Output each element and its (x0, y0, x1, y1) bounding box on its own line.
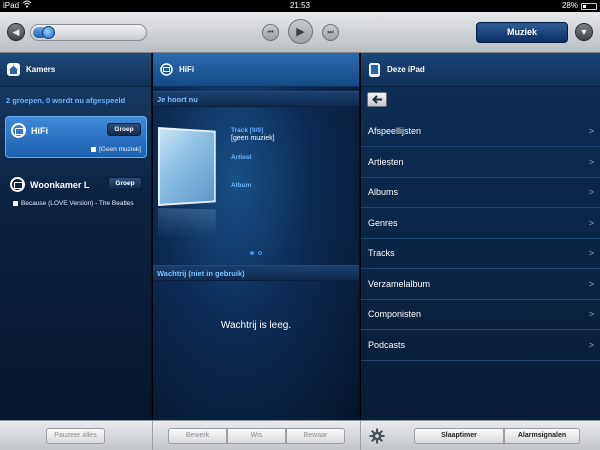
volume-knob[interactable] (41, 26, 55, 39)
ipad-icon (367, 62, 382, 77)
volume-slider[interactable] (30, 24, 147, 41)
room-card-woonkamer[interactable]: Woonkamer L Groep Because (LOVE Version)… (5, 171, 147, 211)
page-dot (250, 251, 254, 255)
gear-icon[interactable] (369, 428, 385, 444)
chevron-right-icon: > (588, 126, 594, 136)
menu-item-label: Verzamelalbum (368, 278, 431, 289)
now-playing-section: Je hoort nu (153, 91, 359, 107)
group-button[interactable]: Groep (107, 123, 141, 136)
track-value: [geen muziek] (231, 135, 275, 142)
album-art (158, 127, 216, 206)
queue-empty-message: Wachtrij is leeg. (220, 320, 292, 331)
arrow-left-icon (371, 91, 383, 109)
menu-item-label: Afspeellijsten (368, 126, 422, 136)
play-icon: ▶ (296, 26, 305, 38)
edit-button[interactable]: Bewerk (168, 428, 227, 444)
library-menu-item[interactable]: Albums > (361, 177, 600, 208)
bottom-bar: Pauzeer alles Bewerk Wis Bewaar Slaaptim… (0, 420, 600, 450)
speaker-icon: ◀ (12, 26, 20, 37)
chevron-down-icon: ▼ (579, 27, 589, 37)
rooms-panel: Kamers 2 groepen, 0 wordt nu afgespeeld … (0, 53, 152, 420)
clock: 21:53 (289, 1, 311, 10)
music-source-button[interactable]: Muziek (476, 22, 568, 43)
chevron-right-icon: > (588, 339, 594, 350)
speaker-icon (10, 177, 25, 192)
chevron-right-icon: > (588, 156, 594, 167)
battery-percent: 28% (561, 1, 578, 10)
library-panel: Deze iPad Afspeellijsten > Artiesten > Album… (361, 53, 600, 420)
back-button[interactable] (367, 92, 387, 107)
battery-icon (581, 2, 597, 10)
group-button[interactable]: Groep (108, 177, 142, 190)
alarms-button[interactable]: Alarmsignalen (504, 428, 580, 444)
skip-back-icon: ⏮ (267, 28, 274, 36)
chevron-right-icon: > (588, 217, 594, 228)
play-button[interactable]: ▶ (288, 19, 313, 44)
menu-item-label: Podcasts (368, 339, 406, 350)
library-menu-item[interactable]: Componisten > (361, 299, 600, 330)
room-name: Woonkamer L (30, 180, 90, 190)
room-track: [Geen muziek] (99, 146, 141, 153)
stop-icon (91, 147, 97, 152)
menu-item-label: Genres (368, 217, 398, 228)
page-indicator[interactable] (250, 251, 262, 255)
room-name: HiFi (31, 126, 48, 136)
save-button[interactable]: Bewaar (286, 428, 345, 444)
rooms-title: Kamers (26, 65, 56, 74)
menu-item-label: Tracks (368, 248, 395, 258)
stop-icon (13, 201, 18, 206)
library-menu-item[interactable]: Afspeellijsten > (361, 116, 600, 147)
queue-section: Wachtrij (niet in gebruik) (153, 265, 359, 281)
library-menu-item[interactable]: Verzamelalbum > (361, 269, 600, 300)
library-menu-item[interactable]: Tracks > (361, 238, 600, 269)
library-title: Deze iPad (387, 65, 425, 74)
volume-down-button[interactable]: ◀ (7, 23, 25, 41)
menu-item-label: Componisten (368, 309, 422, 319)
track-label: Track [0/0] (231, 127, 264, 134)
divider (360, 421, 361, 450)
top-toolbar: ◀ ⏮ ▶ ⏭ Muziek ▼ (0, 12, 600, 53)
zone-title: HiFi (179, 65, 195, 74)
chevron-right-icon: > (588, 309, 594, 319)
chevron-right-icon: > (588, 248, 594, 258)
room-card-hifi[interactable]: HiFi Groep [Geen muziek] (5, 116, 147, 158)
divider (152, 421, 153, 450)
library-menu-item[interactable]: Genres > (361, 208, 600, 239)
skip-forward-icon: ⏭ (327, 28, 334, 36)
rooms-status: 2 groepen, 0 wordt nu afgespeeld (6, 96, 126, 105)
sleep-timer-button[interactable]: Slaaptimer (414, 428, 504, 444)
clear-button[interactable]: Wis (227, 428, 286, 444)
album-label: Album (231, 182, 252, 189)
next-button[interactable]: ⏭ (322, 24, 339, 41)
library-menu-item[interactable]: Podcasts > (361, 330, 600, 361)
chevron-right-icon: > (588, 187, 594, 197)
speaker-icon (11, 123, 26, 138)
previous-button[interactable]: ⏮ (262, 24, 279, 41)
now-playing-panel: HiFi Je hoort nu Track [0/0] [geen muzie… (153, 53, 360, 420)
room-track: Because (LOVE Version) - The Beatles (21, 200, 134, 207)
speaker-icon (159, 62, 174, 77)
status-bar: iPad 21:53 28% (0, 0, 600, 12)
menu-item-label: Albums (368, 187, 399, 197)
chevron-right-icon: > (588, 278, 594, 289)
menu-item-label: Artiesten (368, 156, 404, 167)
page-dot (258, 251, 262, 255)
now-playing-header: HiFi (153, 53, 359, 87)
home-icon (6, 62, 21, 77)
library-header: Deze iPad (361, 53, 600, 87)
library-menu-item[interactable]: Artiesten > (361, 147, 600, 178)
rooms-header: Kamers (0, 53, 151, 87)
artist-label: Artiest (231, 154, 252, 161)
source-dropdown-button[interactable]: ▼ (575, 23, 593, 41)
pause-all-button[interactable]: Pauzeer alles (46, 428, 105, 444)
album-art-reflection (158, 208, 216, 238)
